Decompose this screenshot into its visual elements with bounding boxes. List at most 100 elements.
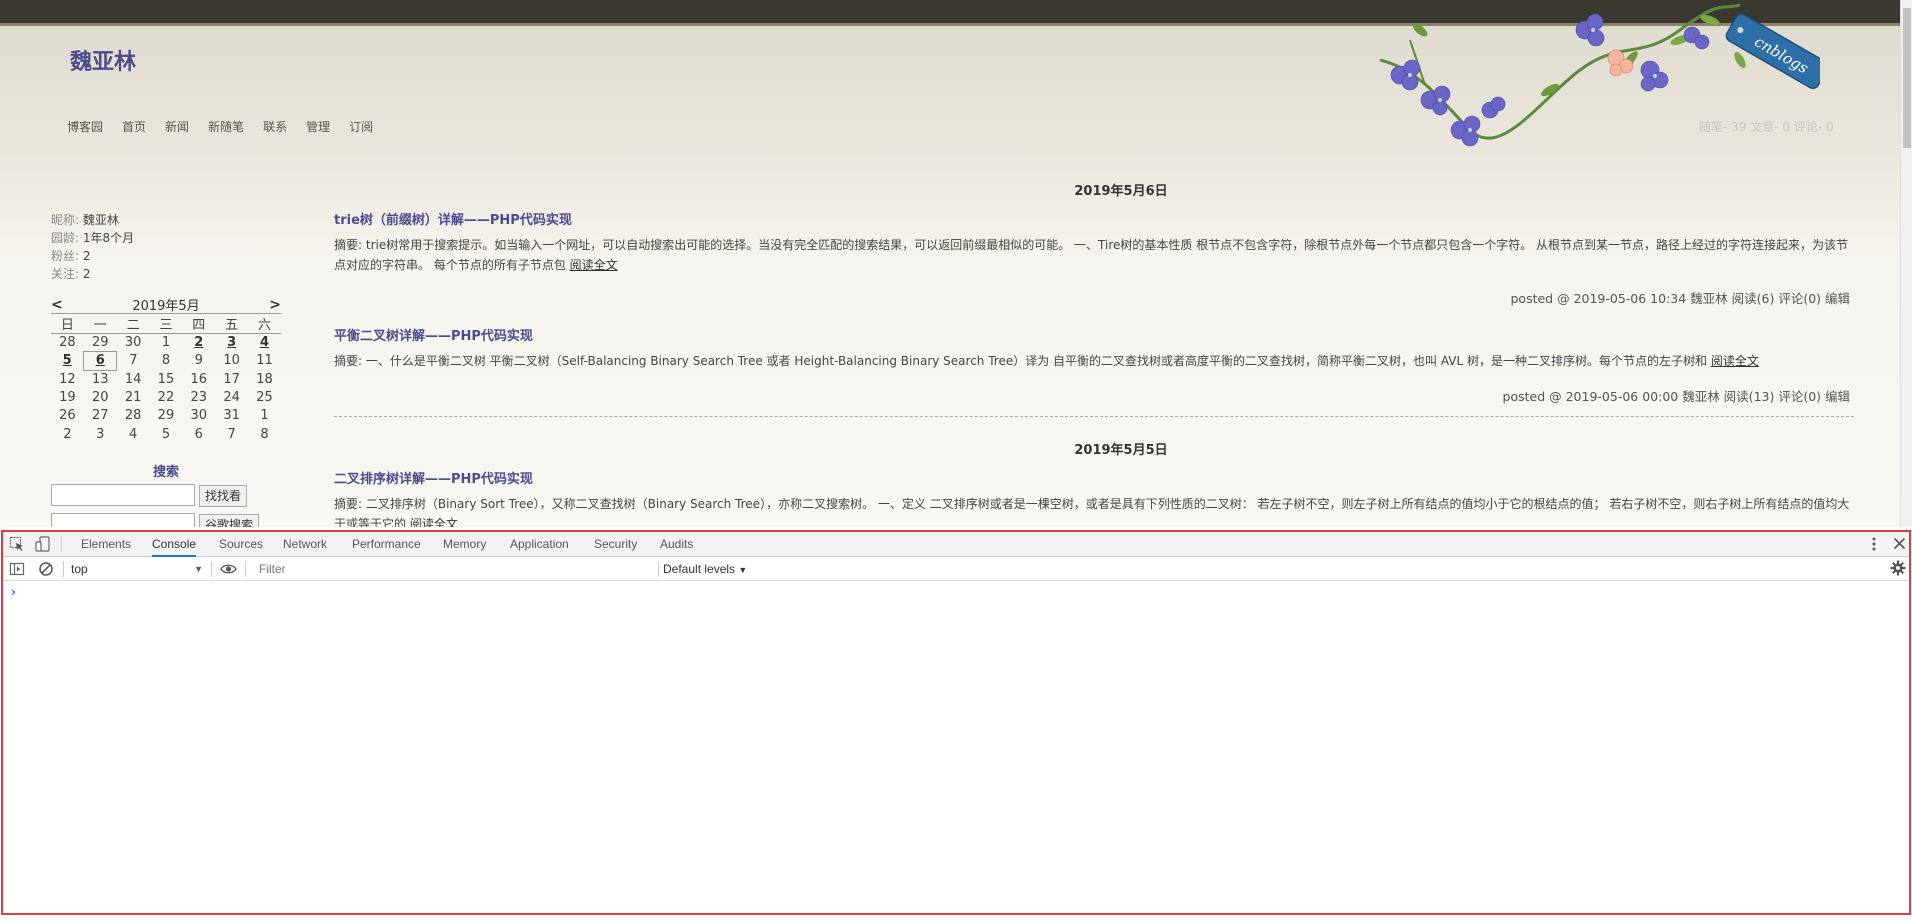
calendar-day: 2 [63,426,72,442]
read-more-link[interactable]: 阅读全文 [410,517,458,527]
chevron-down-icon: ▼ [738,565,748,575]
calendar-day: 9 [194,353,203,369]
nav-item-cnblogs[interactable]: 博客园 [67,118,103,135]
calendar-day: 29 [157,408,175,424]
post-title-link[interactable]: 二叉排序树详解——PHP代码实现 [334,468,533,487]
blog-title[interactable]: 魏亚林 [70,44,136,76]
device-toolbar-icon[interactable] [35,536,51,555]
calendar-day: 22 [157,390,175,406]
context-selector[interactable]: top ▼ [71,560,203,578]
console-settings-gear-icon[interactable] [1890,560,1906,579]
calendar-day: 30 [190,408,208,424]
calendar-day: 7 [227,426,236,442]
post-footer: posted @ 2019-05-06 00:00 魏亚林 阅读(13) 评论(… [1502,389,1850,404]
calendar-day-link[interactable]: 3 [215,334,248,352]
calendar-weekday: 三 [149,314,183,334]
calendar-prev-button[interactable]: < [51,297,63,313]
page-scrollbar-thumb[interactable] [1903,8,1911,148]
calendar-day: 29 [91,335,109,351]
console-filter-input[interactable] [251,560,657,578]
close-devtools-icon[interactable] [1893,537,1906,553]
inspect-element-icon[interactable] [9,536,25,555]
tab-memory[interactable]: Memory [443,532,486,557]
blog-nav: 博客园 首页 新闻 新随笔 联系 管理 订阅 [67,118,392,135]
nav-item-new-post[interactable]: 新随笔 [208,118,244,135]
calendar-day: 17 [223,371,240,387]
read-more-link[interactable]: 阅读全文 [570,258,618,272]
post-title-link[interactable]: trie树（前缀树）详解——PHP代码实现 [334,209,572,228]
calendar-day: 30 [124,335,142,351]
tab-sources[interactable]: Sources [219,532,263,557]
nav-item-subscribe[interactable]: 订阅 [349,118,373,135]
tab-performance[interactable]: Performance [352,532,421,557]
post-footer: posted @ 2019-05-06 10:34 魏亚林 阅读(6) 评论(0… [1510,291,1850,306]
calendar-weekday: 四 [182,314,216,334]
tab-security[interactable]: Security [594,532,637,557]
calendar-day: 6 [194,426,203,442]
calendar-day-link[interactable]: 4 [248,334,281,352]
search-input[interactable] [51,484,195,506]
calendar-day: 1 [260,408,269,424]
tab-application[interactable]: Application [510,532,569,557]
calendar-weekday: 二 [116,314,150,334]
read-more-link[interactable]: 阅读全文 [1711,354,1759,368]
calendar-day: 19 [59,390,76,406]
nav-item-contact[interactable]: 联系 [263,118,287,135]
live-expression-eye-icon[interactable] [220,561,237,580]
post-title-link[interactable]: 平衡二叉树详解——PHP代码实现 [334,325,533,344]
calendar-header: < 2019年5月 > [51,296,281,314]
profile-fans[interactable]: 2 [83,249,91,263]
calendar-day: 11 [256,353,273,369]
calendar-day: 13 [91,371,109,387]
calendar-day: 31 [223,408,240,424]
post-date-heading: 2019年5月5日 [1074,443,1168,458]
nav-item-news[interactable]: 新闻 [165,118,189,135]
calendar-weekday: 一 [83,314,117,334]
calendar-day: 16 [190,371,208,387]
tab-network[interactable]: Network [283,532,327,557]
profile-nickname[interactable]: 魏亚林 [83,213,119,227]
calendar-day: 8 [161,353,171,369]
nav-item-home[interactable]: 首页 [122,118,146,135]
calendar-weekday: 六 [248,314,281,334]
google-search-button[interactable]: 谷歌搜索 [199,514,260,527]
calendar-day-link[interactable]: 2 [182,334,215,352]
post-summary: 摘要: trie树常用于搜索提示。如当输入一个网址，可以自动搜索出可能的选择。当… [334,238,1849,272]
calendar: < 2019年5月 > 日 一 二 三 四 五 六 28 29 30 1 2 3… [51,296,281,443]
calendar-grid: 日 一 二 三 四 五 六 28 29 30 1 2 3 4 5 6 7 8 9… [51,314,281,443]
calendar-day: 25 [256,390,273,406]
page-scrollbar[interactable] [1900,0,1912,527]
search-button[interactable]: 找找看 [199,485,248,507]
toolbar-separator [211,561,212,577]
calendar-day: 20 [91,390,109,406]
calendar-day-link[interactable]: 5 [51,352,84,370]
calendar-day: 28 [124,408,142,424]
show-sidebar-icon[interactable] [9,561,25,580]
tab-console[interactable]: Console [152,532,197,557]
calendar-day: 4 [128,426,138,442]
nav-item-admin[interactable]: 管理 [306,118,330,135]
profile-row: 粉丝: 2 [51,249,91,263]
profile-age[interactable]: 1年8个月 [83,231,134,245]
post-summary: 摘要: 二叉排序树（Binary Sort Tree），又称二叉查找树（Bina… [334,494,1854,527]
tab-audits[interactable]: Audits [660,532,693,557]
profile-follows[interactable]: 2 [83,267,91,281]
calendar-day: 10 [223,353,240,369]
log-levels-dropdown[interactable]: Default levels ▼ [663,560,747,579]
calendar-day: 12 [59,371,76,387]
calendar-day-today[interactable]: 6 [83,351,118,371]
more-options-icon[interactable] [1871,536,1877,555]
calendar-day: 27 [91,408,109,424]
day-divider [334,416,1854,417]
google-search-input[interactable] [51,513,195,527]
calendar-day: 23 [190,390,208,406]
calendar-next-button[interactable]: > [269,297,281,313]
calendar-day: 21 [124,390,142,406]
clear-console-icon[interactable] [38,561,54,580]
calendar-weekday: 五 [215,314,249,334]
search-title: 搜索 [153,465,180,480]
console-prompt[interactable]: › [11,585,16,599]
calendar-day: 8 [260,426,269,442]
context-selector-value: top [71,562,88,576]
tab-elements[interactable]: Elements [81,532,131,557]
